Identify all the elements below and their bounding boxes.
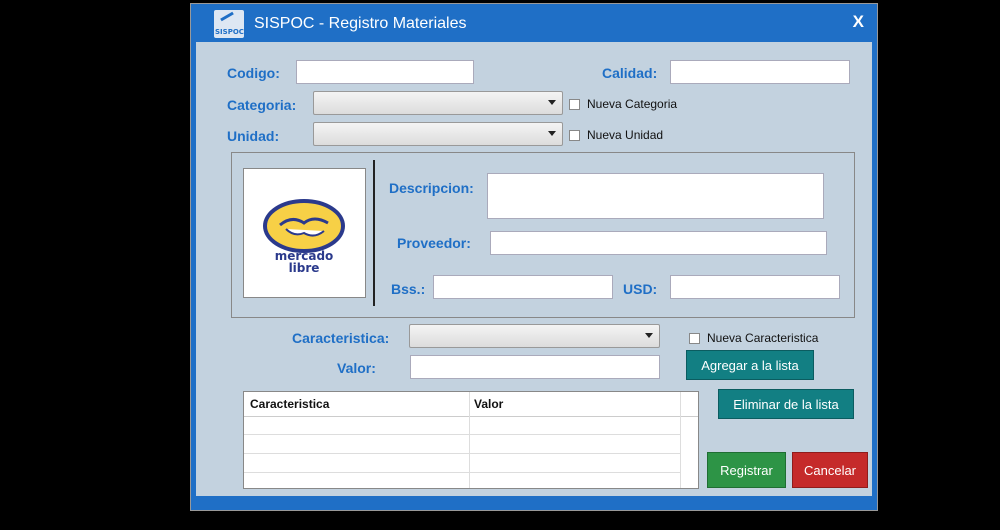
window-border-bottom bbox=[191, 496, 877, 510]
chevron-down-icon bbox=[548, 131, 556, 136]
window-border-left bbox=[191, 42, 196, 496]
proveedor-label: Proveedor: bbox=[397, 235, 471, 251]
close-button[interactable]: X bbox=[853, 12, 864, 32]
panel-divider bbox=[373, 160, 375, 306]
categoria-select[interactable] bbox=[313, 91, 563, 115]
descripcion-label: Descripcion: bbox=[389, 180, 474, 196]
checkbox-box[interactable] bbox=[569, 129, 580, 141]
caracteristica-label: Caracteristica: bbox=[292, 330, 390, 346]
valor-input[interactable] bbox=[410, 355, 660, 379]
logo-text-line2: libre bbox=[289, 261, 320, 275]
categoria-label: Categoria: bbox=[227, 97, 297, 113]
nueva-categoria-label: Nueva Categoria bbox=[587, 97, 678, 111]
checkbox-box[interactable] bbox=[689, 332, 700, 344]
table-row[interactable] bbox=[244, 416, 680, 435]
table-header: Caracteristica Valor bbox=[244, 392, 698, 417]
usd-label: USD: bbox=[623, 281, 658, 297]
registro-materiales-window: SISPOC SISPOC - Registro Materiales X Co… bbox=[190, 3, 878, 511]
unidad-label: Unidad: bbox=[227, 128, 280, 144]
app-icon: SISPOC bbox=[214, 10, 244, 38]
usd-input[interactable] bbox=[670, 275, 840, 299]
caracteristica-select[interactable] bbox=[409, 324, 660, 348]
agregar-a-la-lista-button[interactable]: Agregar a la lista bbox=[686, 350, 814, 380]
caracteristicas-table[interactable]: Caracteristica Valor bbox=[243, 391, 699, 489]
table-row[interactable] bbox=[244, 454, 680, 473]
window-border-right bbox=[872, 42, 877, 496]
registrar-button[interactable]: Registrar bbox=[707, 452, 786, 488]
mercado-libre-logo: mercado libre bbox=[263, 199, 345, 275]
calidad-label: Calidad: bbox=[602, 65, 658, 81]
title-bar[interactable]: SISPOC SISPOC - Registro Materiales X bbox=[191, 4, 877, 42]
valor-label: Valor: bbox=[337, 360, 376, 376]
window-title: SISPOC - Registro Materiales bbox=[254, 15, 467, 32]
nueva-caracteristica-label: Nueva Caracteristica bbox=[707, 331, 819, 345]
unidad-select[interactable] bbox=[313, 122, 563, 146]
calidad-input[interactable] bbox=[670, 60, 850, 84]
product-image[interactable]: mercado libre bbox=[243, 168, 366, 298]
nueva-caracteristica-checkbox[interactable]: Nueva Caracteristica bbox=[689, 331, 818, 345]
checkbox-box[interactable] bbox=[569, 98, 580, 110]
nueva-unidad-checkbox[interactable]: Nueva Unidad bbox=[569, 128, 663, 142]
cancelar-button[interactable]: Cancelar bbox=[792, 452, 868, 488]
chevron-down-icon bbox=[645, 333, 653, 338]
proveedor-input[interactable] bbox=[490, 231, 827, 255]
app-icon-text: SISPOC bbox=[215, 28, 244, 36]
column-header-caracteristica[interactable]: Caracteristica bbox=[250, 397, 329, 411]
table-row[interactable] bbox=[244, 435, 680, 454]
chevron-down-icon bbox=[548, 100, 556, 105]
codigo-input[interactable] bbox=[296, 60, 474, 84]
descripcion-input[interactable] bbox=[487, 173, 824, 219]
column-header-valor[interactable]: Valor bbox=[474, 397, 503, 411]
bss-label: Bss.: bbox=[391, 281, 426, 297]
bss-input[interactable] bbox=[433, 275, 613, 299]
codigo-label: Codigo: bbox=[227, 65, 280, 81]
nueva-categoria-checkbox[interactable]: Nueva Categoria bbox=[569, 97, 677, 111]
eliminar-de-la-lista-button[interactable]: Eliminar de la lista bbox=[718, 389, 854, 419]
nueva-unidad-label: Nueva Unidad bbox=[587, 128, 664, 142]
